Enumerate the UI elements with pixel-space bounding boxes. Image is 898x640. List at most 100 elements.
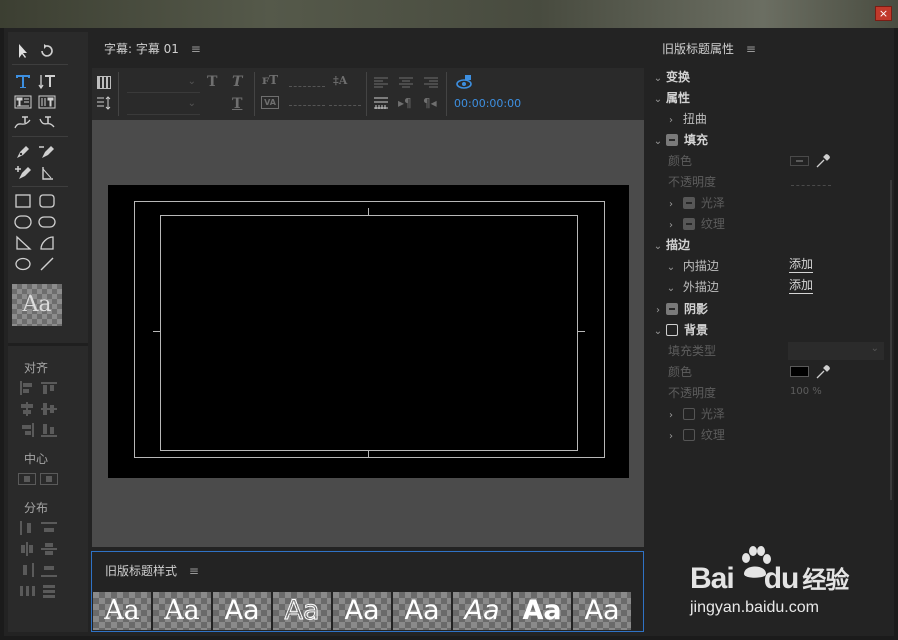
tab-stops-icon[interactable] [96, 96, 112, 110]
section-stroke[interactable]: ⌄ 描边 [650, 236, 690, 254]
style-swatch[interactable]: Aa [333, 592, 391, 630]
row-outer-stroke[interactable]: ⌄ 外描边 [663, 278, 719, 296]
vertical-area-type-tool[interactable] [36, 93, 58, 111]
rectangle-tool[interactable] [12, 192, 34, 210]
row-distort[interactable]: › 扭曲 [663, 110, 707, 128]
row-bg-sheen[interactable]: › 光泽 [663, 405, 725, 423]
area-type-tool[interactable] [12, 93, 34, 111]
pen-tool[interactable] [12, 143, 34, 161]
center-horizontal-icon[interactable] [18, 471, 36, 487]
distribute-top-icon[interactable] [40, 520, 58, 536]
film-icon[interactable] [97, 76, 111, 89]
selection-tool[interactable] [12, 42, 34, 60]
section-attributes[interactable]: ⌄ 属性 [650, 89, 690, 107]
show-background-video-icon[interactable] [455, 74, 473, 90]
add-outer-stroke-link[interactable]: 添加 [789, 278, 814, 294]
align-text-left-icon[interactable] [373, 77, 389, 89]
row-sheen[interactable]: › 光泽 [663, 194, 725, 212]
arc-tool[interactable] [36, 234, 58, 252]
delete-anchor-tool[interactable] [36, 143, 58, 161]
convert-anchor-tool[interactable] [36, 164, 58, 182]
bg-opacity-value[interactable]: 100 % [790, 386, 822, 397]
center-vertical-icon[interactable] [40, 471, 58, 487]
wedge-tool[interactable] [12, 234, 34, 252]
style-swatch[interactable]: Aa [513, 592, 571, 630]
sheen-checkbox[interactable] [682, 197, 695, 209]
leading-field[interactable] [329, 105, 361, 106]
path-type-tool[interactable] [12, 114, 34, 132]
styles-panel-header[interactable]: 旧版标题样式 ≡ [105, 562, 199, 579]
underline-icon[interactable]: T [232, 96, 242, 112]
distribute-left-icon[interactable] [18, 520, 36, 536]
italic-icon[interactable]: T [232, 74, 242, 90]
shadow-checkbox[interactable] [666, 303, 678, 315]
editor-tab[interactable]: 字幕: 字幕 01 ≡ [104, 40, 201, 57]
properties-panel-header[interactable]: 旧版标题属性 ≡ [662, 40, 756, 57]
fill-opacity-field[interactable] [791, 185, 831, 186]
editor-menu-icon[interactable]: ≡ [191, 42, 201, 56]
style-swatch[interactable]: Aa [213, 592, 271, 630]
section-fill[interactable]: ⌄ 填充 [650, 131, 708, 149]
close-button[interactable]: × [875, 6, 892, 21]
clipped-rectangle-tool[interactable] [12, 213, 34, 231]
line-tool[interactable] [36, 255, 58, 273]
style-swatch[interactable]: Aa [153, 592, 211, 630]
row-texture[interactable]: › 纹理 [663, 215, 725, 233]
distribute-vertical-even-icon[interactable] [40, 583, 58, 599]
kerning-field[interactable] [289, 105, 325, 106]
align-vertical-center-icon[interactable] [40, 401, 58, 417]
properties-scrollbar[interactable] [890, 180, 892, 500]
row-bg-texture[interactable]: › 纹理 [663, 426, 725, 444]
eyedropper-icon[interactable] [815, 364, 831, 380]
rounded-corner-rectangle-tool[interactable] [36, 192, 58, 210]
bg-sheen-checkbox[interactable] [682, 408, 695, 420]
font-size-icon[interactable]: ꜰT [262, 73, 278, 87]
distribute-bottom-icon[interactable] [40, 562, 58, 578]
vertical-type-tool[interactable] [36, 72, 58, 90]
properties-menu-icon[interactable]: ≡ [746, 42, 756, 56]
distribute-center-h-icon[interactable] [18, 541, 36, 557]
align-top-icon[interactable] [40, 380, 58, 396]
rotation-tool[interactable] [36, 42, 58, 60]
bg-color-swatch[interactable] [790, 366, 809, 377]
vertical-path-type-tool[interactable] [36, 114, 58, 132]
kerning-icon[interactable]: VA [261, 96, 279, 109]
background-checkbox[interactable] [666, 324, 678, 336]
paragraph-rtl-icon[interactable]: ¶◂ [423, 96, 439, 110]
section-transform[interactable]: ⌄ 变换 [650, 68, 690, 86]
paragraph-ltr-icon[interactable]: ▸¶ [398, 96, 414, 110]
style-swatch[interactable]: Aa [453, 592, 511, 630]
bold-icon[interactable]: T [207, 74, 217, 90]
eyedropper-icon[interactable] [815, 153, 831, 169]
distribute-center-v-icon[interactable] [40, 541, 58, 557]
section-shadow[interactable]: › 阴影 [650, 300, 708, 318]
add-inner-stroke-link[interactable]: 添加 [789, 257, 814, 273]
ellipse-tool[interactable] [12, 255, 34, 273]
leading-icon[interactable]: ‡A [333, 74, 347, 87]
style-swatch[interactable]: Aa [273, 592, 331, 630]
texture-checkbox[interactable] [682, 218, 695, 230]
distribute-horizontal-even-icon[interactable] [18, 583, 36, 599]
section-background[interactable]: ⌄ 背景 [650, 321, 708, 339]
distribute-right-icon[interactable] [18, 562, 36, 578]
font-style-select[interactable]: ⌄ [127, 96, 200, 115]
align-text-center-icon[interactable] [398, 77, 414, 89]
align-right-icon[interactable] [18, 422, 36, 438]
font-size-field[interactable] [289, 86, 325, 87]
row-inner-stroke[interactable]: ⌄ 内描边 [663, 257, 719, 275]
fill-checkbox[interactable] [666, 134, 678, 146]
fill-color-swatch[interactable] [790, 156, 809, 166]
align-left-icon[interactable] [18, 380, 36, 396]
type-tool[interactable] [12, 72, 34, 90]
style-swatch[interactable]: Aa [393, 592, 451, 630]
add-anchor-tool[interactable] [12, 164, 34, 182]
styles-menu-icon[interactable]: ≡ [189, 564, 199, 578]
word-wrap-icon[interactable] [373, 96, 389, 110]
style-swatch[interactable]: Aa [573, 592, 631, 630]
rounded-rectangle-tool[interactable] [36, 213, 58, 231]
background-timecode[interactable]: 00:00:00:00 [454, 97, 521, 110]
align-horizontal-center-icon[interactable] [18, 401, 36, 417]
bg-texture-checkbox[interactable] [682, 429, 695, 441]
font-family-select[interactable]: ⌄ [127, 74, 200, 93]
align-text-right-icon[interactable] [423, 77, 439, 89]
